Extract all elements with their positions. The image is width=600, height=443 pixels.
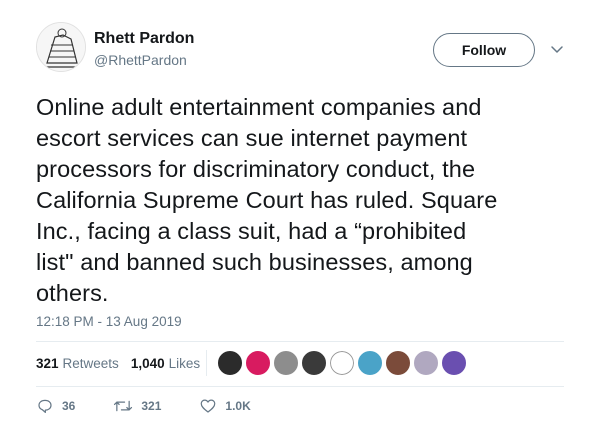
tweet-stats: 321 Retweets 1,040 Likes <box>36 351 212 375</box>
liker-avatar[interactable] <box>300 349 328 377</box>
liker-avatar[interactable] <box>272 349 300 377</box>
tweet-card: Rhett Pardon @RhettPardon Follow Online … <box>0 0 600 443</box>
liker-avatar[interactable] <box>440 349 468 377</box>
retweet-count: 321 <box>141 399 162 413</box>
liker-avatar[interactable] <box>384 349 412 377</box>
chevron-down-icon[interactable] <box>548 40 566 58</box>
stats-separator <box>206 350 207 376</box>
reply-button[interactable]: 36 <box>36 397 75 415</box>
liker-avatar[interactable] <box>356 349 384 377</box>
tweet-text: Online adult entertainment companies and… <box>36 94 498 306</box>
author-name[interactable]: Rhett Pardon <box>94 30 194 48</box>
retweet-button[interactable]: 321 <box>113 397 161 415</box>
retweets-label[interactable]: Retweets <box>63 356 119 371</box>
like-button[interactable]: 1.0K <box>199 397 251 415</box>
liker-avatars <box>216 349 468 377</box>
retweets-count[interactable]: 321 <box>36 356 59 371</box>
liker-avatar[interactable] <box>244 349 272 377</box>
heart-icon <box>201 399 216 413</box>
follow-button[interactable]: Follow <box>433 33 535 67</box>
reply-icon <box>38 399 52 413</box>
author-avatar[interactable] <box>36 22 86 72</box>
divider <box>36 341 564 342</box>
avatar-illustration-icon <box>37 23 85 71</box>
likes-count[interactable]: 1,040 <box>131 356 165 371</box>
liker-avatar[interactable] <box>328 349 356 377</box>
like-count: 1.0K <box>225 399 251 413</box>
likes-label[interactable]: Likes <box>169 356 201 371</box>
liker-avatar[interactable] <box>412 349 440 377</box>
tweet-actions: 36 321 1.0K <box>36 396 289 416</box>
retweet-icon <box>114 400 133 412</box>
author-handle[interactable]: @RhettPardon <box>94 52 187 68</box>
reply-count: 36 <box>62 399 76 413</box>
tweet-timestamp[interactable]: 12:18 PM - 13 Aug 2019 <box>36 314 182 329</box>
divider <box>36 386 564 387</box>
liker-avatar[interactable] <box>216 349 244 377</box>
